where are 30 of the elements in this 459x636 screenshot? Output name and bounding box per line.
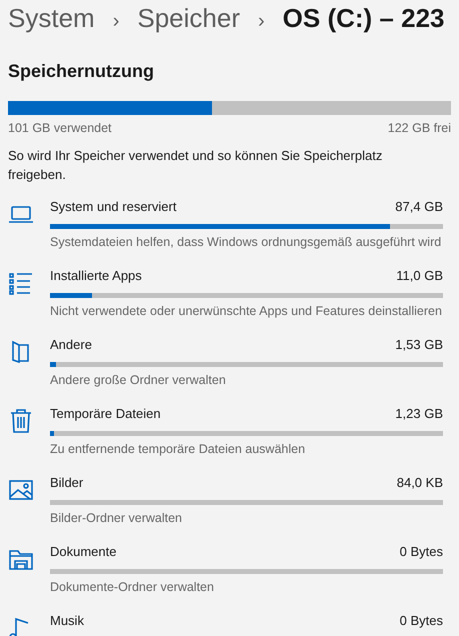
category-name: Bilder [50,474,84,492]
category-hint: Dokumente-Ordner verwalten [50,579,215,596]
category-name: Installierte Apps [50,266,142,285]
section-title: Speichernutzung [8,60,156,83]
category-hint: Andere große Ordner verwalten [50,372,227,390]
category-name: Andere [50,336,92,354]
category-hint: Nicht verwendete oder unerwünschte Apps und Features deinstallieren [50,303,443,320]
category-size: 0 Bytes [400,612,443,630]
category-size: 1,53 GB [395,336,443,354]
chevron-separator: › [112,10,120,32]
chevron-separator: › [258,10,265,32]
trash-icon [8,408,34,434]
category-hint: Bilder-Ordner verwalten [50,510,183,528]
page-title: OS (C:) – 223 [282,3,444,33]
category-size: 0 Bytes [400,542,443,561]
category-size: 84,0 KB [396,474,443,492]
used-label: 101 GB verwendet [8,120,112,137]
category-name: Dokumente [50,542,116,561]
breadcrumb-link[interactable]: Speicher [137,3,240,33]
free-label: 122 GB frei [388,120,451,137]
description-text: So wird Ihr Speicher verwendet und so können Sie Speicherplatz freigeben. [8,146,384,184]
category-size: 11,0 GB [396,266,443,285]
breadcrumb-link[interactable]: System [8,3,95,33]
category-name: System und reserviert [50,198,176,216]
category-size: 87,4 GB [395,198,443,216]
category-hint: Systemdateien helfen, dass Windows ordnungsgemäß ausgeführt wird [50,234,442,252]
category-name: Musik [50,612,84,630]
category-hint: Zu entfernende temporäre Dateien auswählen [50,441,306,458]
category-name: Temporäre Dateien [50,404,161,423]
category-size: 1,23 GB [395,404,443,423]
